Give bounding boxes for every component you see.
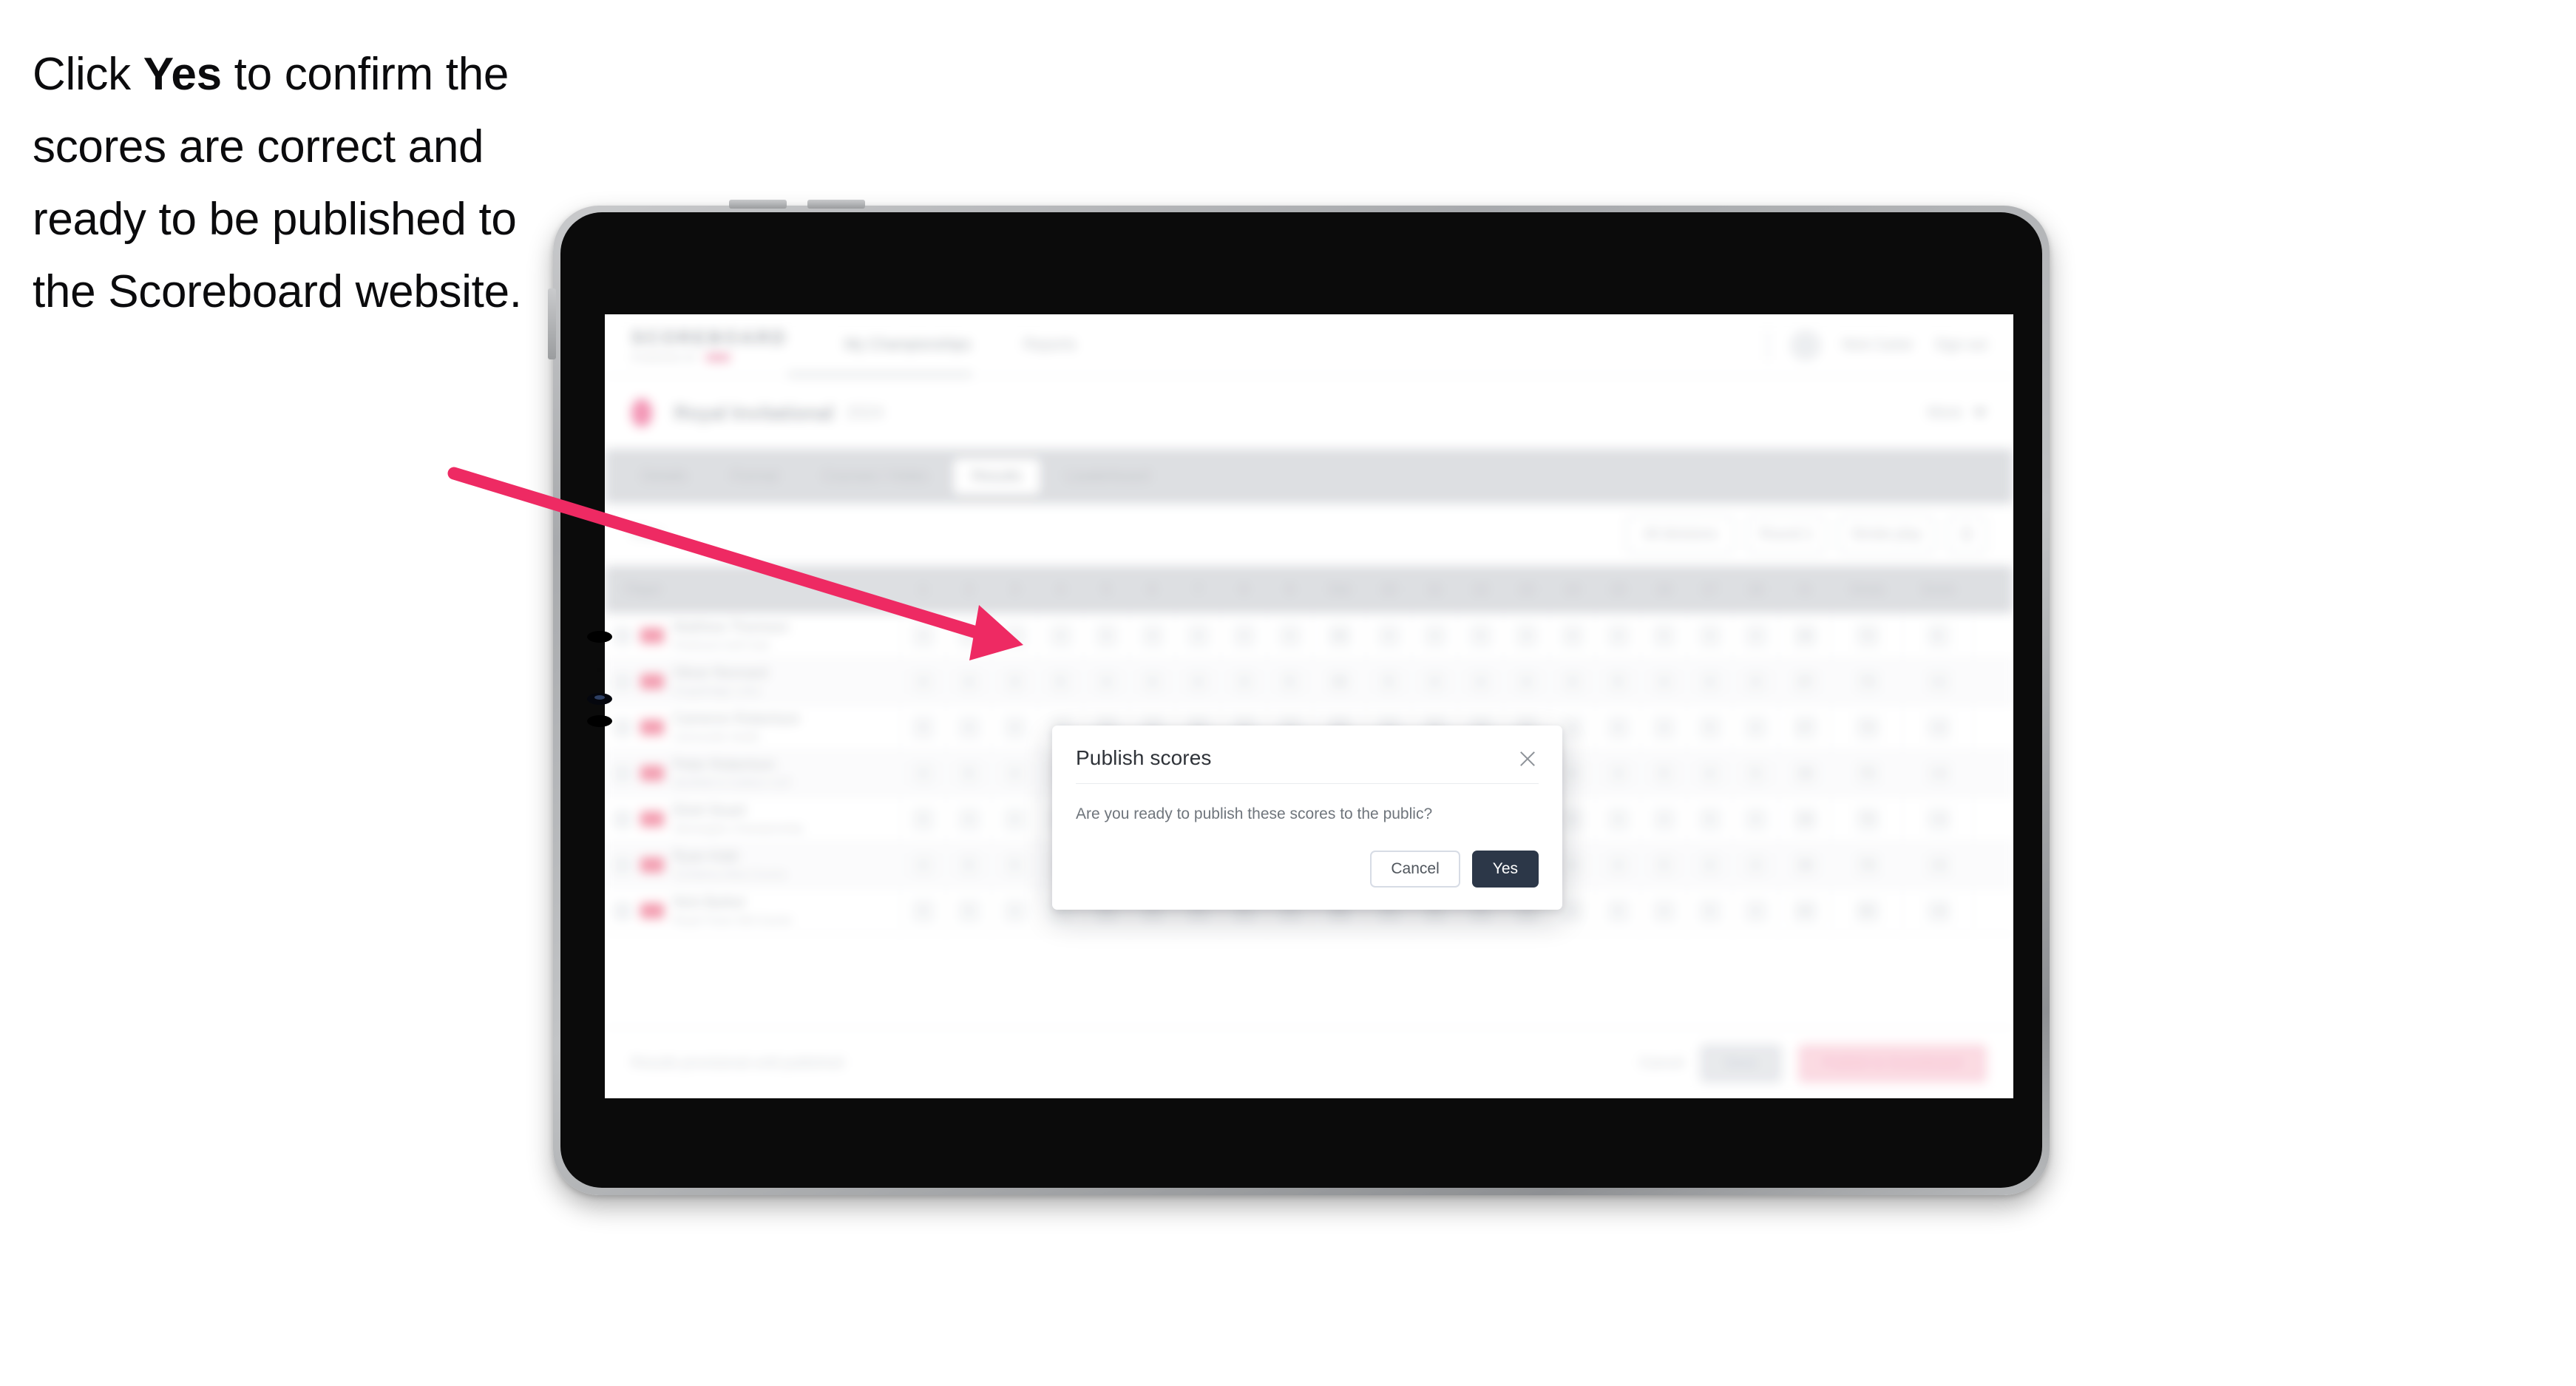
power-button-nub[interactable] [729, 200, 787, 209]
close-icon[interactable] [1515, 746, 1540, 771]
instruction-caption: Click Yes to confirm the scores are corr… [33, 38, 580, 328]
tablet-screen: SCOREBOARD POWERED BY My Championships R… [605, 314, 2013, 1098]
dialog-header: Publish scores [1052, 726, 1562, 771]
dialog-cancel-button[interactable]: Cancel [1370, 851, 1460, 888]
caption-text-before: Click [33, 49, 143, 100]
dialog-yes-button[interactable]: Yes [1471, 851, 1539, 888]
speaker-grille-icon [587, 631, 612, 643]
sensor-dot-icon [597, 668, 603, 672]
camera-lens-group [587, 631, 612, 786]
tablet-device: SCOREBOARD POWERED BY My Championships R… [548, 200, 2050, 1195]
dialog-actions: Cancel Yes [1052, 825, 1562, 888]
device-bezel: SCOREBOARD POWERED BY My Championships R… [560, 212, 2042, 1188]
camera-lens-sheen [594, 695, 605, 700]
speaker-grille-lower-icon [587, 715, 612, 727]
publish-scores-dialog: Publish scores Are you ready to publish … [1052, 726, 1562, 910]
dialog-title: Publish scores [1076, 746, 1212, 769]
volume-button-nub[interactable] [807, 200, 865, 209]
side-button-nub[interactable] [548, 288, 556, 359]
modal-scrim[interactable] [605, 314, 2013, 1098]
tutorial-slide: Click Yes to confirm the scores are corr… [0, 0, 2576, 1386]
caption-emphasis-yes: Yes [143, 49, 222, 100]
dialog-message: Are you ready to publish these scores to… [1076, 805, 1433, 822]
